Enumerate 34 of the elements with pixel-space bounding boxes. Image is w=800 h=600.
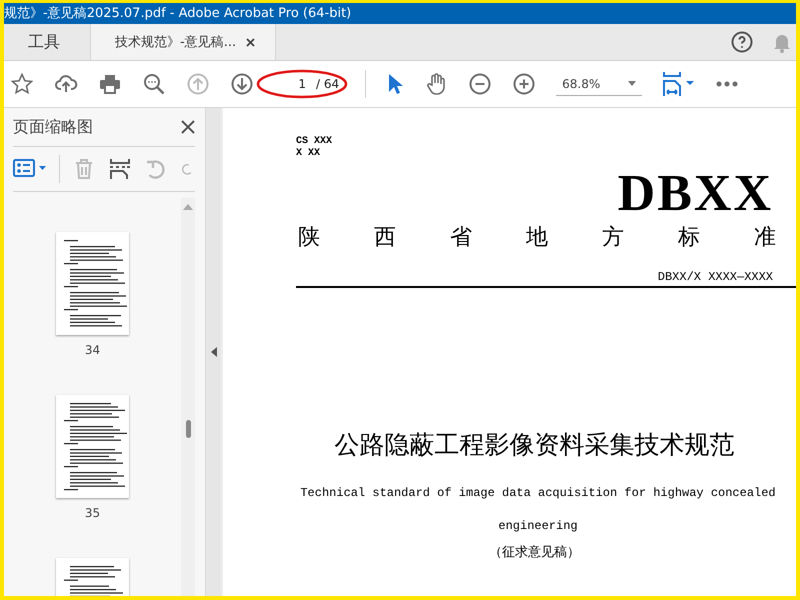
english-title: Technical standard of image data acquisition for highway concealed engineering	[299, 485, 777, 535]
print-icon[interactable]	[98, 72, 122, 96]
page-thumbnail[interactable]	[56, 232, 129, 335]
page-thumbnail[interactable]	[56, 395, 129, 498]
tab[interactable]: 工具	[4, 24, 90, 60]
cursor-icon[interactable]	[386, 72, 404, 96]
collapse-icon[interactable]	[210, 347, 216, 357]
caret-icon	[628, 81, 636, 86]
star-icon[interactable]	[10, 72, 34, 96]
zoom-in-icon[interactable]	[512, 72, 536, 96]
document-title: 公路隐蔽工程影像资料采集技术规范	[334, 429, 736, 461]
tab[interactable]: 技术规范》-意见稿...	[90, 24, 276, 60]
zoom-out-icon[interactable]	[468, 72, 492, 96]
standard-logo: DBXX	[618, 168, 773, 220]
help-icon[interactable]	[730, 30, 754, 54]
fit-page-icon[interactable]	[662, 71, 696, 97]
scrollbar[interactable]	[181, 198, 195, 596]
window-title: 规范》-意见稿2025.07.pdf - Adobe Acrobat Pro (64-bit)	[4, 3, 796, 24]
close-icon[interactable]	[246, 38, 256, 46]
standard-code: DBXX/X XXXX—XXXX	[658, 270, 773, 284]
draft-status: （征求意见稿）	[488, 544, 581, 561]
insert-page-icon[interactable]	[108, 157, 132, 181]
page-number: 35	[84, 506, 100, 520]
more-icon[interactable]	[716, 81, 738, 87]
search-icon[interactable]	[142, 72, 166, 96]
thumbnail-options-icon[interactable]	[13, 159, 47, 179]
classification-code: X XX	[296, 148, 322, 160]
standard-type: 陕 西 省 地 方 标 准	[298, 224, 776, 252]
classification-code: CS XXX	[296, 136, 334, 148]
scrollbar-thumb[interactable]	[186, 420, 190, 438]
page-number: 34	[84, 343, 100, 357]
zoom-dropdown[interactable]: 68.8%	[556, 72, 642, 96]
close-icon[interactable]	[181, 120, 195, 134]
panel-title: 页面缩略图	[13, 116, 93, 138]
